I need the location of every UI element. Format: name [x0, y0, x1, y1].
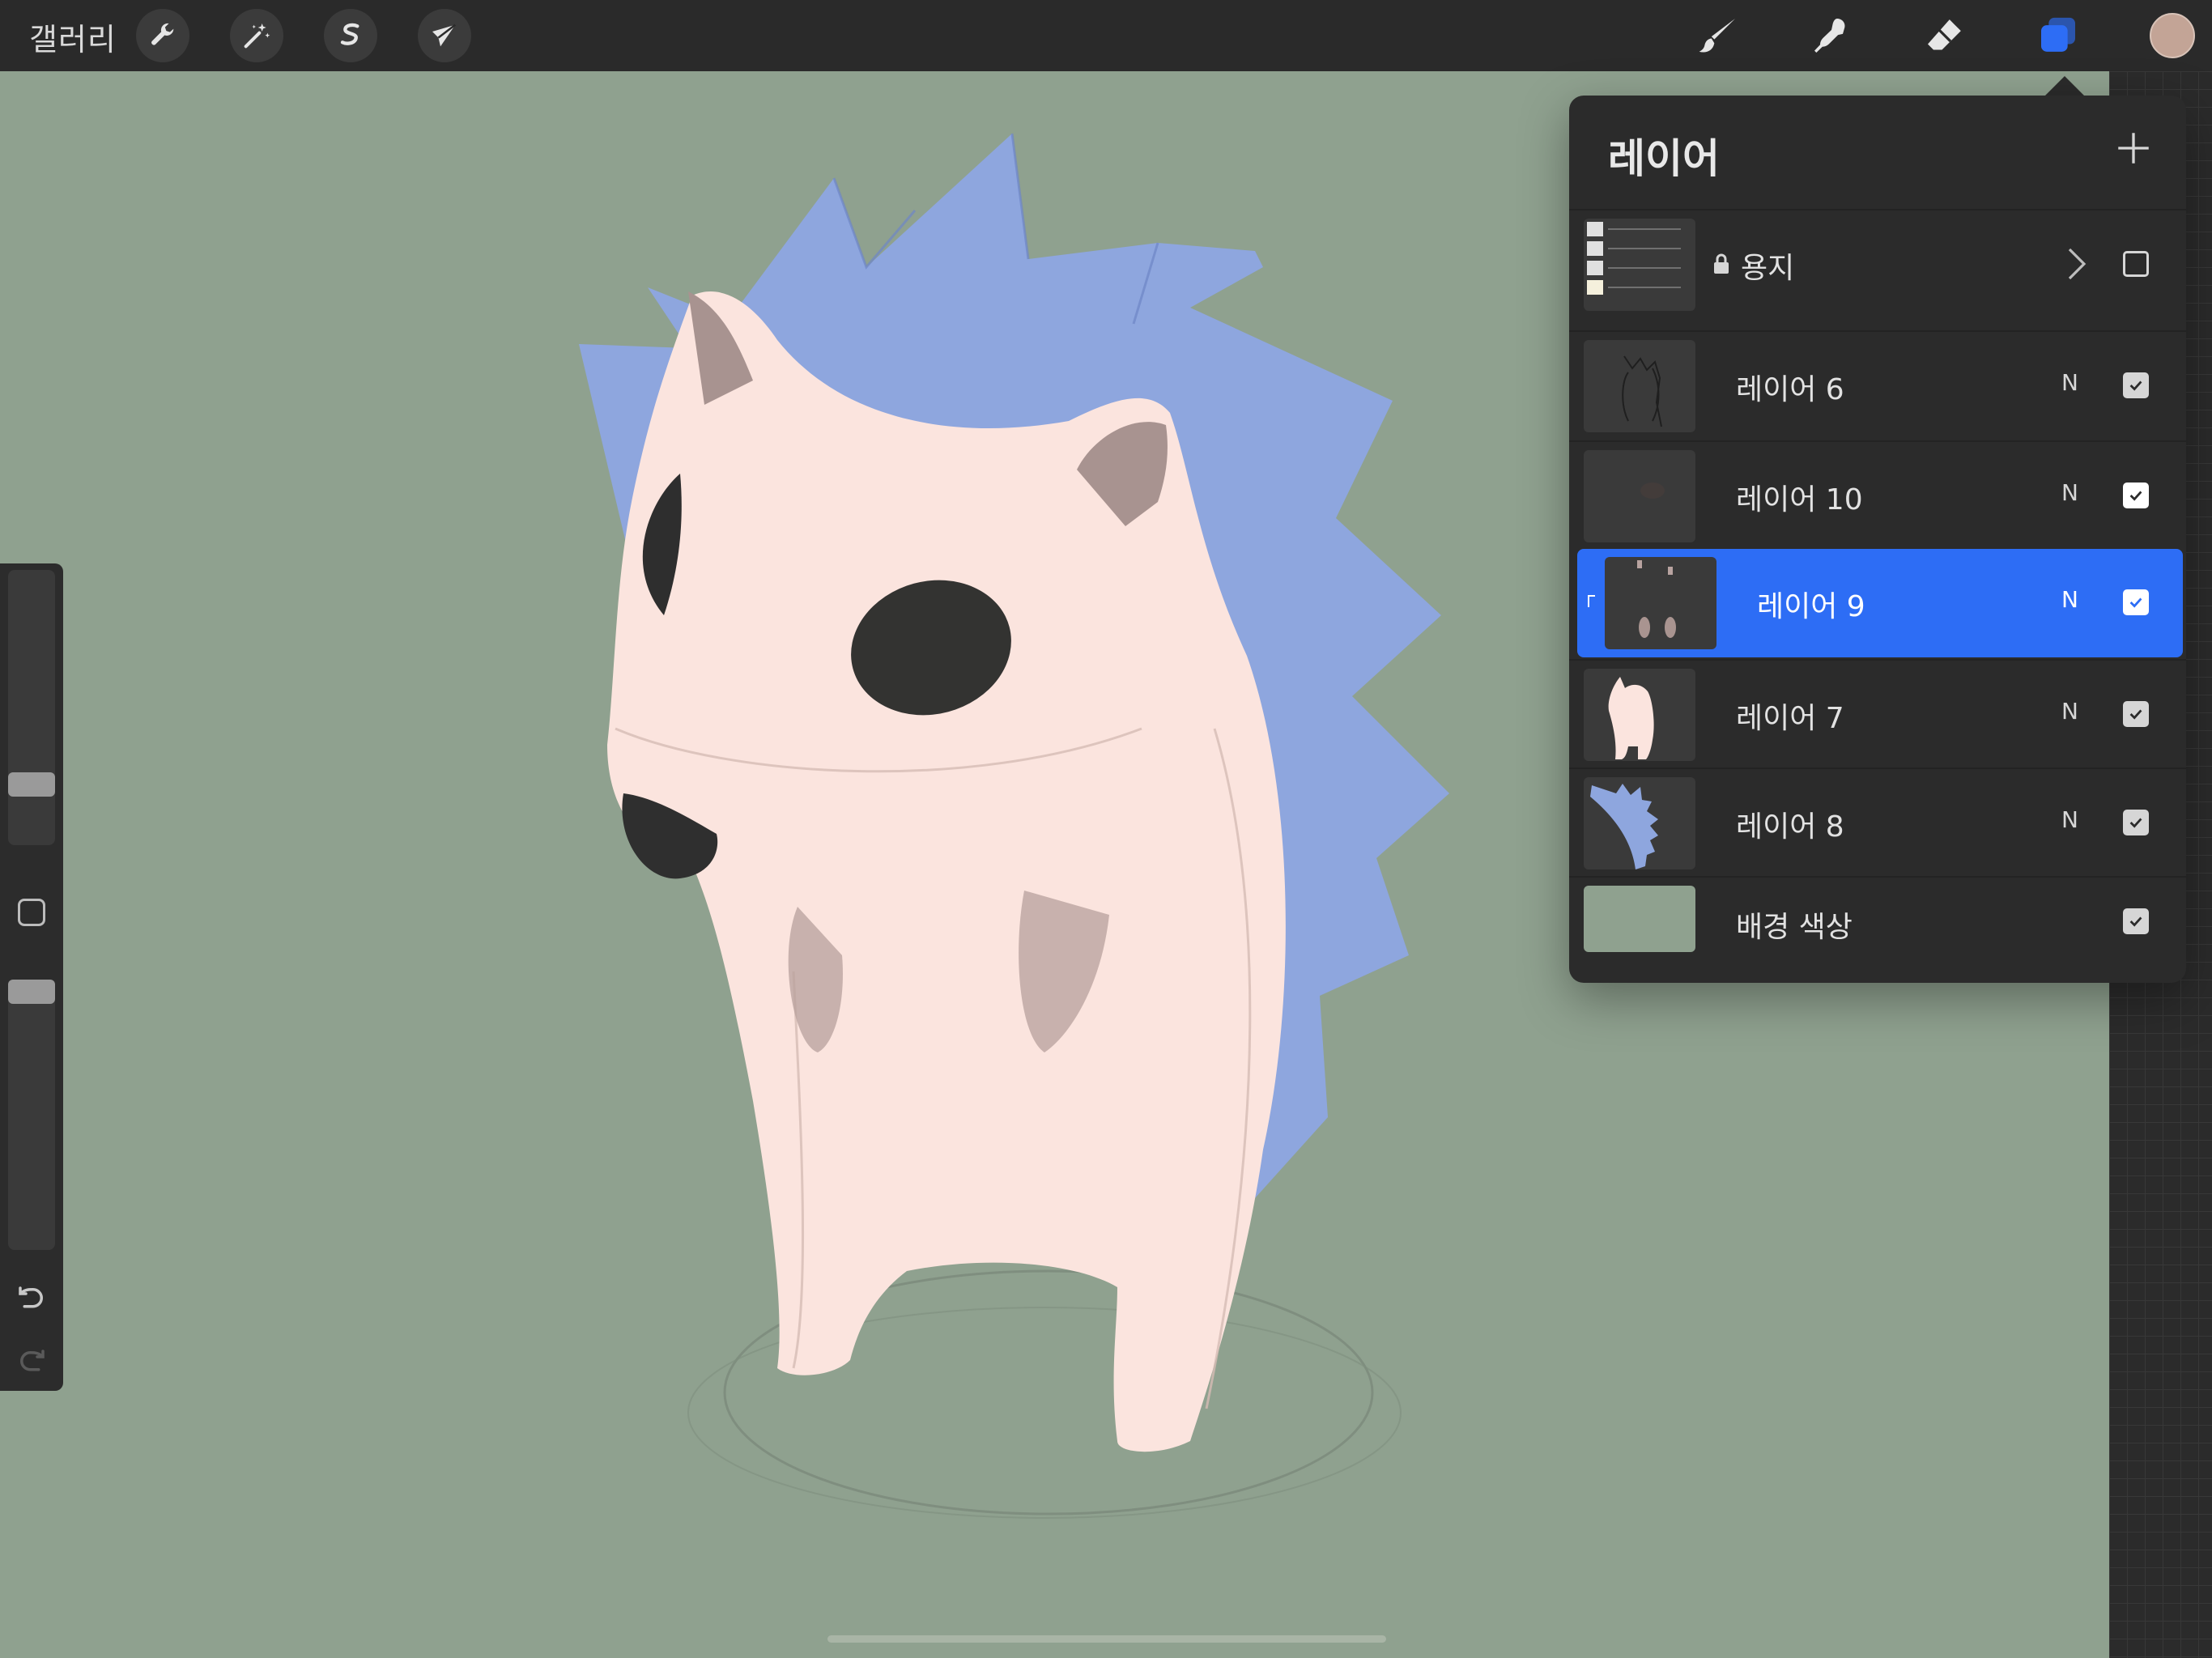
checkmark-icon [2129, 380, 2142, 391]
wrench-icon [151, 23, 174, 45]
layer-row-active[interactable]: 레이어 9 N [1577, 549, 2183, 657]
home-indicator[interactable] [827, 1635, 1386, 1643]
blend-mode[interactable]: N [2061, 479, 2078, 506]
redo-icon[interactable] [15, 1346, 49, 1380]
layer-thumbnail [1584, 669, 1695, 761]
layers-panel: 레이어 용지 레이어 6 N 레이어 10 N 레이어 9 N 레이어 7 N … [1569, 96, 2186, 983]
layer-thumbnail [1584, 340, 1695, 432]
clipping-mask-icon [1588, 595, 1595, 607]
panel-title: 레이어 [1608, 135, 1720, 182]
checkmark-icon [2129, 491, 2142, 501]
blend-mode[interactable]: N [2061, 806, 2078, 833]
opacity-knob[interactable] [8, 980, 55, 1004]
selection-s-icon [340, 23, 359, 45]
undo-icon[interactable] [15, 1282, 49, 1316]
layer-name: 레이어 7 [1736, 702, 1844, 735]
layer-row-background-color[interactable]: 배경 색상 [1569, 876, 2186, 967]
plus-icon[interactable] [2113, 128, 2154, 168]
smudge-icon [1814, 19, 1845, 53]
transform-arrow-icon [432, 23, 457, 47]
checkmark-icon [2129, 818, 2142, 828]
modify-button[interactable] [18, 899, 45, 926]
layer-row[interactable]: 레이어 7 N [1569, 659, 2186, 769]
panel-pointer [2044, 76, 2086, 97]
layers-icon [2041, 17, 2075, 52]
layer-name: 레이어 10 [1736, 483, 1863, 517]
layer-thumbnail [1584, 450, 1695, 542]
layer-name: 레이어 9 [1757, 590, 1865, 623]
brush-size-slider[interactable] [8, 570, 55, 845]
layer-name: 배경 색상 [1736, 911, 1853, 944]
lock-icon [1714, 253, 1729, 274]
eraser-icon [1928, 19, 1961, 50]
blend-mode[interactable]: N [2061, 369, 2078, 396]
gallery-button[interactable]: 갤러리 [29, 15, 117, 59]
magic-wand-icon [244, 23, 270, 49]
layer-thumbnail [1584, 219, 1695, 311]
layer-thumbnail [1605, 557, 1716, 649]
layer-row[interactable]: 레이어 6 N [1569, 330, 2186, 440]
transform-button[interactable] [418, 9, 471, 62]
layer-visibility-checkbox[interactable] [2123, 589, 2149, 615]
layer-row[interactable]: 레이어 10 N [1569, 440, 2186, 551]
layer-visibility-checkbox[interactable] [2123, 483, 2149, 508]
left-sidebar [0, 563, 63, 1391]
top-toolbar: 갤러리 [0, 0, 2212, 71]
layer-visibility-checkbox[interactable] [2123, 701, 2149, 727]
eraser-tool[interactable] [1921, 11, 1969, 60]
brush-tool[interactable] [1694, 11, 1742, 60]
checkmark-icon [2129, 597, 2142, 608]
checkmark-icon [2129, 916, 2142, 927]
layer-visibility-checkbox[interactable] [2123, 908, 2149, 934]
brush-icon [1699, 19, 1735, 53]
opacity-slider[interactable] [8, 980, 55, 1250]
layer-visibility-checkbox[interactable] [2123, 251, 2149, 277]
layers-tool[interactable] [2034, 11, 2082, 60]
layer-visibility-checkbox[interactable] [2123, 372, 2149, 398]
layer-visibility-checkbox[interactable] [2123, 810, 2149, 835]
layer-row[interactable]: 레이어 8 N [1569, 767, 2186, 878]
layer-name: 레이어 6 [1736, 373, 1844, 406]
background-color-swatch[interactable] [1584, 886, 1695, 952]
layer-group-paper[interactable]: 용지 [1569, 209, 2186, 319]
layer-thumbnail [1584, 777, 1695, 869]
actions-wrench-icon[interactable] [136, 9, 189, 62]
smudge-tool[interactable] [1807, 11, 1856, 60]
chevron-right-icon[interactable] [2065, 246, 2089, 282]
layer-name: 레이어 8 [1736, 810, 1844, 844]
color-picker-swatch[interactable] [2150, 13, 2195, 58]
selection-button[interactable] [324, 9, 377, 62]
layer-name: 용지 [1741, 252, 1795, 285]
adjustments-magic-wand-icon[interactable] [230, 9, 283, 62]
blend-mode[interactable]: N [2061, 698, 2078, 725]
brush-size-knob[interactable] [8, 772, 55, 797]
checkmark-icon [2129, 709, 2142, 720]
blend-mode[interactable]: N [2061, 586, 2078, 613]
